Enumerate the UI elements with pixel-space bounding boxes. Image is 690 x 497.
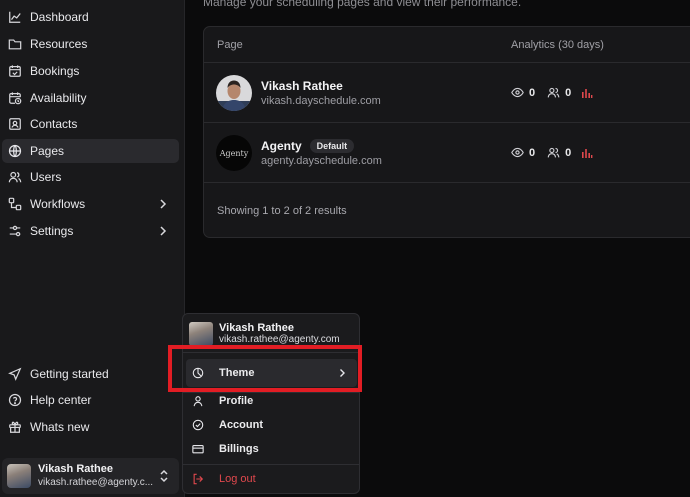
visitors-count: 0 <box>565 146 572 159</box>
logout-icon <box>192 473 204 485</box>
menu-item-label: Log out <box>219 473 256 485</box>
sidebar-item-workflows[interactable]: Workflows <box>2 192 179 216</box>
user-email: vikash.rathee@agenty.com <box>219 334 340 345</box>
sidebar-item-label: Getting started <box>30 367 109 381</box>
chevron-right-icon <box>337 368 347 378</box>
chevron-right-icon <box>157 198 169 210</box>
divider <box>183 352 359 353</box>
sidebar-item-users[interactable]: Users <box>2 165 179 189</box>
gift-icon <box>8 420 22 434</box>
menu-item-billings[interactable]: Billings <box>186 437 357 461</box>
default-badge: Default <box>309 139 355 153</box>
sidebar-item-pages[interactable]: Pages <box>2 139 179 163</box>
column-header-page: Page <box>217 39 243 51</box>
workflow-icon <box>8 197 22 211</box>
sidebar-item-label: Dashboard <box>30 10 89 24</box>
sidebar-item-label: Resources <box>30 37 88 51</box>
users-icon <box>8 170 22 184</box>
menu-item-profile[interactable]: Profile <box>186 389 357 413</box>
chevron-up-down-icon <box>157 469 171 483</box>
menu-item-label: Billings <box>219 443 259 455</box>
sidebar-item-resources[interactable]: Resources <box>2 32 179 56</box>
help-circle-icon <box>8 393 22 407</box>
divider <box>183 464 359 465</box>
sidebar-item-label: Pages <box>30 144 65 158</box>
user-dropdown-menu: Vikash Rathee vikash.rathee@agenty.com T… <box>182 313 360 494</box>
calendar-clock-icon <box>8 91 22 105</box>
users-icon <box>547 146 560 159</box>
calendar-check-icon <box>8 64 22 78</box>
eye-icon <box>511 146 524 159</box>
theme-icon <box>192 367 204 379</box>
sidebar-item-whats-new[interactable]: Whats new <box>2 415 179 439</box>
sidebar-item-label: Users <box>30 170 62 184</box>
user-name: Vikash Rathee <box>219 322 295 334</box>
navigation-arrow-icon <box>8 367 22 381</box>
analytics-stats: 0 0 <box>511 86 593 99</box>
folder-icon <box>8 37 22 51</box>
user-email: vikash.rathee@agenty.c... <box>38 477 154 488</box>
sidebar-item-bookings[interactable]: Bookings <box>2 59 179 83</box>
user-name: Vikash Rathee <box>38 463 114 475</box>
page-url[interactable]: agenty.dayschedule.com <box>261 155 382 167</box>
sidebar-item-label: Whats new <box>30 420 90 434</box>
column-header-analytics: Analytics (30 days) <box>511 39 604 51</box>
table-header: Page Analytics (30 days) <box>204 27 690 63</box>
page-subtitle: Manage your scheduling pages and view th… <box>203 0 522 9</box>
contact-card-icon <box>8 117 22 131</box>
sidebar-item-help-center[interactable]: Help center <box>2 388 179 412</box>
chevron-right-icon <box>157 225 169 237</box>
sidebar-item-availability[interactable]: Availability <box>2 86 179 110</box>
sidebar-item-label: Help center <box>30 393 92 407</box>
avatar <box>216 75 252 111</box>
sidebar-item-settings[interactable]: Settings <box>2 219 179 243</box>
analytics-stats: 0 0 <box>511 146 593 159</box>
bar-chart-icon[interactable] <box>581 147 593 159</box>
avatar <box>189 322 213 346</box>
page-name: Agenty Default <box>261 139 355 153</box>
menu-item-account[interactable]: Account <box>186 413 357 437</box>
sidebar-item-label: Workflows <box>30 197 86 211</box>
menu-item-logout[interactable]: Log out <box>186 467 357 491</box>
users-icon <box>547 86 560 99</box>
user-menu-trigger[interactable]: Vikash Rathee vikash.rathee@agenty.c... <box>2 458 179 494</box>
sidebar: Dashboard Resources Bookings Availabilit… <box>0 0 185 497</box>
menu-item-label: Account <box>219 419 263 431</box>
sidebar-item-label: Availability <box>30 91 87 105</box>
sidebar-item-contacts[interactable]: Contacts <box>2 112 179 136</box>
user-icon <box>192 395 204 407</box>
globe-icon <box>8 144 22 158</box>
sidebar-item-getting-started[interactable]: Getting started <box>2 362 179 386</box>
menu-item-label: Profile <box>219 395 254 407</box>
menu-item-theme[interactable]: Theme <box>186 359 357 387</box>
views-count: 0 <box>529 146 536 159</box>
sidebar-item-label: Contacts <box>30 117 78 131</box>
table-row[interactable]: Agenty Agenty Default agenty.dayschedule.… <box>204 123 690 183</box>
credit-card-icon <box>192 443 204 455</box>
visitors-count: 0 <box>565 86 572 99</box>
sliders-icon <box>8 224 22 238</box>
sidebar-item-label: Settings <box>30 224 74 238</box>
agenty-logo: Agenty <box>216 135 252 171</box>
bar-chart-icon[interactable] <box>581 87 593 99</box>
sidebar-item-label: Bookings <box>30 64 80 78</box>
sidebar-item-dashboard[interactable]: Dashboard <box>2 5 179 29</box>
avatar <box>7 464 31 488</box>
pages-table: Page Analytics (30 days) Vikash Rathee v… <box>203 26 690 238</box>
page-name: Vikash Rathee <box>261 79 343 93</box>
pagination-summary: Showing 1 to 2 of 2 results <box>217 205 347 217</box>
chart-line-icon <box>8 10 22 24</box>
menu-item-label: Theme <box>219 367 255 379</box>
check-circle-icon <box>192 419 204 431</box>
page-url[interactable]: vikash.dayschedule.com <box>261 95 381 107</box>
views-count: 0 <box>529 86 536 99</box>
eye-icon <box>511 86 524 99</box>
dropdown-user-header: Vikash Rathee vikash.rathee@agenty.com <box>189 322 340 346</box>
table-row[interactable]: Vikash Rathee vikash.dayschedule.com 0 0 <box>204 63 690 123</box>
